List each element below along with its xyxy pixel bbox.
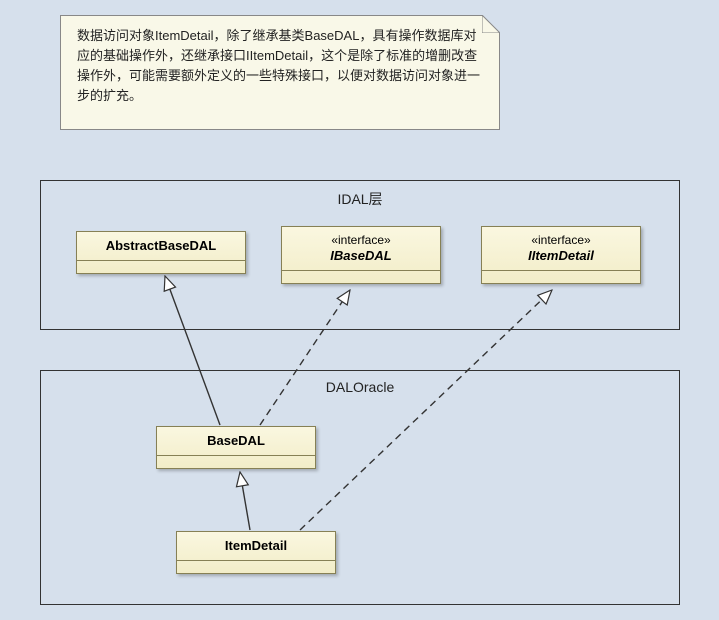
- diagram-note: 数据访问对象ItemDetail，除了继承基类BaseDAL，具有操作数据库对应…: [60, 15, 500, 130]
- package-idal-title: IDAL层: [41, 189, 679, 209]
- class-basedal-name: BaseDAL: [161, 433, 311, 449]
- class-ibasedal: «interface» IBaseDAL: [281, 226, 441, 284]
- class-iitemdetail-name: IItemDetail: [486, 248, 636, 264]
- class-itemdetail: ItemDetail: [176, 531, 336, 574]
- diagram-canvas: 数据访问对象ItemDetail，除了继承基类BaseDAL，具有操作数据库对应…: [0, 0, 719, 620]
- class-abstractbasedal: AbstractBaseDAL: [76, 231, 246, 274]
- class-ibasedal-stereo: «interface»: [286, 233, 436, 248]
- class-ibasedal-name: IBaseDAL: [286, 248, 436, 264]
- package-daloracle: DALOracle BaseDAL ItemDetail: [40, 370, 680, 605]
- class-iitemdetail: «interface» IItemDetail: [481, 226, 641, 284]
- class-basedal: BaseDAL: [156, 426, 316, 469]
- class-itemdetail-name: ItemDetail: [181, 538, 331, 554]
- note-text: 数据访问对象ItemDetail，除了继承基类BaseDAL，具有操作数据库对应…: [77, 28, 480, 103]
- package-daloracle-title: DALOracle: [41, 379, 679, 395]
- class-abstractbasedal-name: AbstractBaseDAL: [81, 238, 241, 254]
- package-idal: IDAL层 AbstractBaseDAL «interface» IBaseD…: [40, 180, 680, 330]
- class-iitemdetail-stereo: «interface»: [486, 233, 636, 248]
